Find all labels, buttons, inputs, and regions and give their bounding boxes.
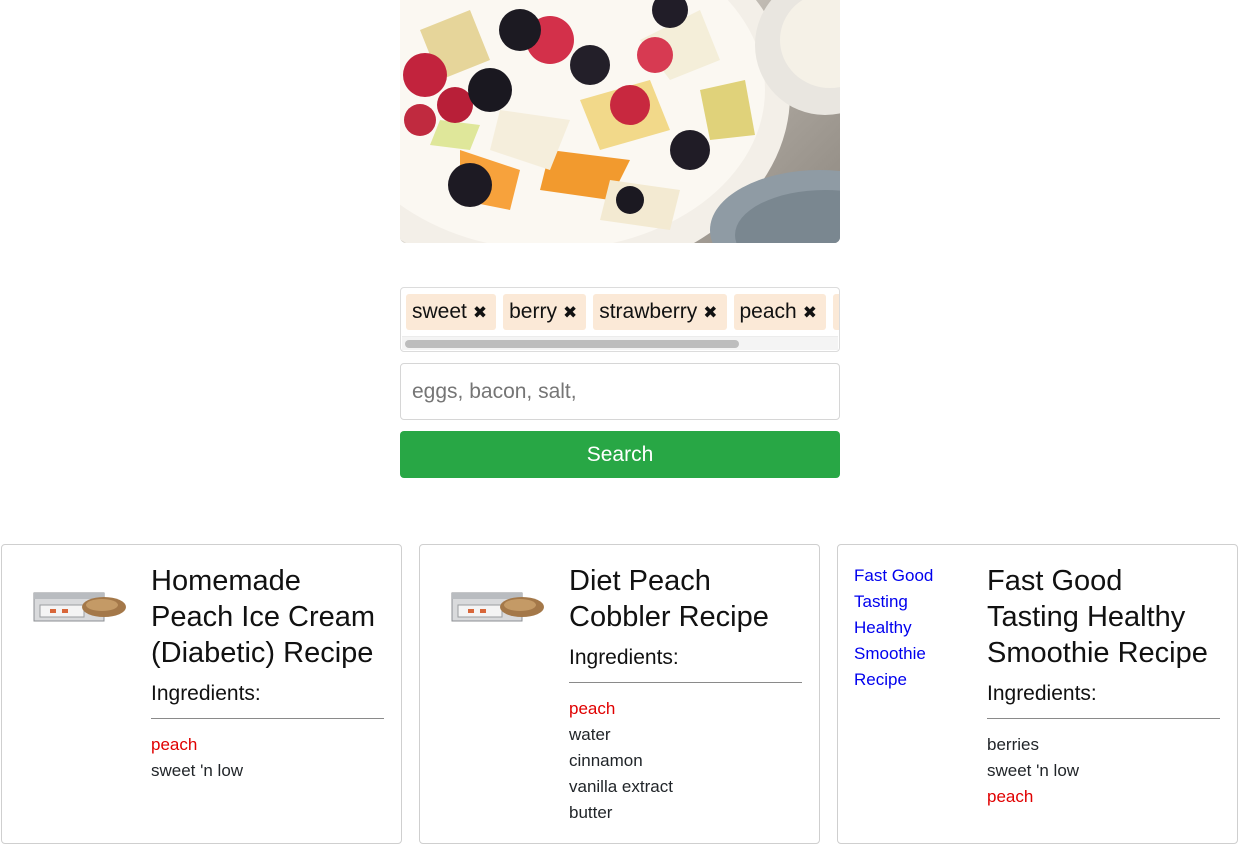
ingredients-heading: Ingredients: [987, 682, 1097, 705]
ingredient-item: peach [569, 699, 616, 718]
tag-peach: peach ✖ [733, 294, 826, 330]
divider [987, 718, 1220, 719]
remove-tag-icon[interactable]: ✖ [703, 304, 717, 321]
ingredient-item: peach [151, 735, 198, 754]
ingredient-tags: sweet ✖ berry ✖ strawberry ✖ peach ✖ [400, 287, 840, 352]
tag-label: berry [509, 300, 557, 323]
recipe-title[interactable]: Fast Good Tasting Healthy Smoothie Recip… [987, 563, 1220, 671]
tag-sweet: sweet ✖ [406, 294, 497, 330]
ingredient-item: sweet 'n low [987, 761, 1080, 780]
ingredient-item: vanilla extract [569, 777, 673, 796]
ingredient-item: water [569, 725, 611, 744]
tag-label: peach [739, 300, 797, 323]
ingredient-list: berries sweet 'n low peach [987, 732, 1220, 810]
card-body: Diet Peach Cobbler Recipe Ingredients: p… [569, 563, 802, 826]
broken-image-alt-text[interactable]: Fast Good Tasting Healthy Smoothie Recip… [854, 563, 966, 693]
divider [151, 718, 384, 719]
toaster-oven-thumbnail[interactable] [28, 581, 128, 633]
recipe-title[interactable]: Diet Peach Cobbler Recipe [569, 563, 802, 635]
ingredient-item: butter [569, 803, 613, 822]
ingredients-heading: Ingredients: [151, 682, 261, 705]
ingredient-item: sweet 'n low [151, 761, 244, 780]
remove-tag-icon[interactable]: ✖ [803, 304, 817, 321]
recipe-card[interactable]: Fast Good Tasting Healthy Smoothie Recip… [837, 544, 1238, 844]
recipe-title[interactable]: Homemade Peach Ice Cream (Diabetic) Reci… [151, 563, 384, 671]
tags-scrollbar[interactable] [402, 336, 838, 350]
ingredient-input[interactable] [400, 363, 840, 420]
remove-tag-icon[interactable]: ✖ [473, 304, 487, 321]
ingredients-heading: Ingredients: [569, 646, 679, 669]
tags-row: sweet ✖ berry ✖ strawberry ✖ peach ✖ [406, 294, 839, 330]
tag-berry: berry ✖ [503, 294, 587, 330]
tag-label: strawberry [599, 300, 698, 323]
tags-scrollbar-thumb[interactable] [405, 340, 739, 348]
remove-tag-icon[interactable]: ✖ [563, 304, 577, 321]
tag-label: sweet [412, 300, 467, 323]
card-body: Fast Good Tasting Healthy Smoothie Recip… [987, 563, 1220, 810]
ingredient-item: peach [987, 787, 1034, 806]
tag-overflow [832, 294, 839, 330]
recipe-card[interactable]: Homemade Peach Ice Cream (Diabetic) Reci… [1, 544, 402, 844]
ingredient-item: cinnamon [569, 751, 643, 770]
ingredient-list: peach sweet 'n low [151, 732, 384, 784]
ingredient-item: berries [987, 735, 1039, 754]
toaster-oven-thumbnail[interactable] [446, 581, 546, 633]
recipe-card[interactable]: Diet Peach Cobbler Recipe Ingredients: p… [419, 544, 820, 844]
tag-strawberry: strawberry ✖ [593, 294, 727, 330]
search-button[interactable]: Search [400, 431, 840, 478]
hero-fruit-image [400, 0, 840, 243]
ingredient-list: peach water cinnamon vanilla extract but… [569, 696, 802, 826]
divider [569, 682, 802, 683]
card-body: Homemade Peach Ice Cream (Diabetic) Reci… [151, 563, 384, 784]
